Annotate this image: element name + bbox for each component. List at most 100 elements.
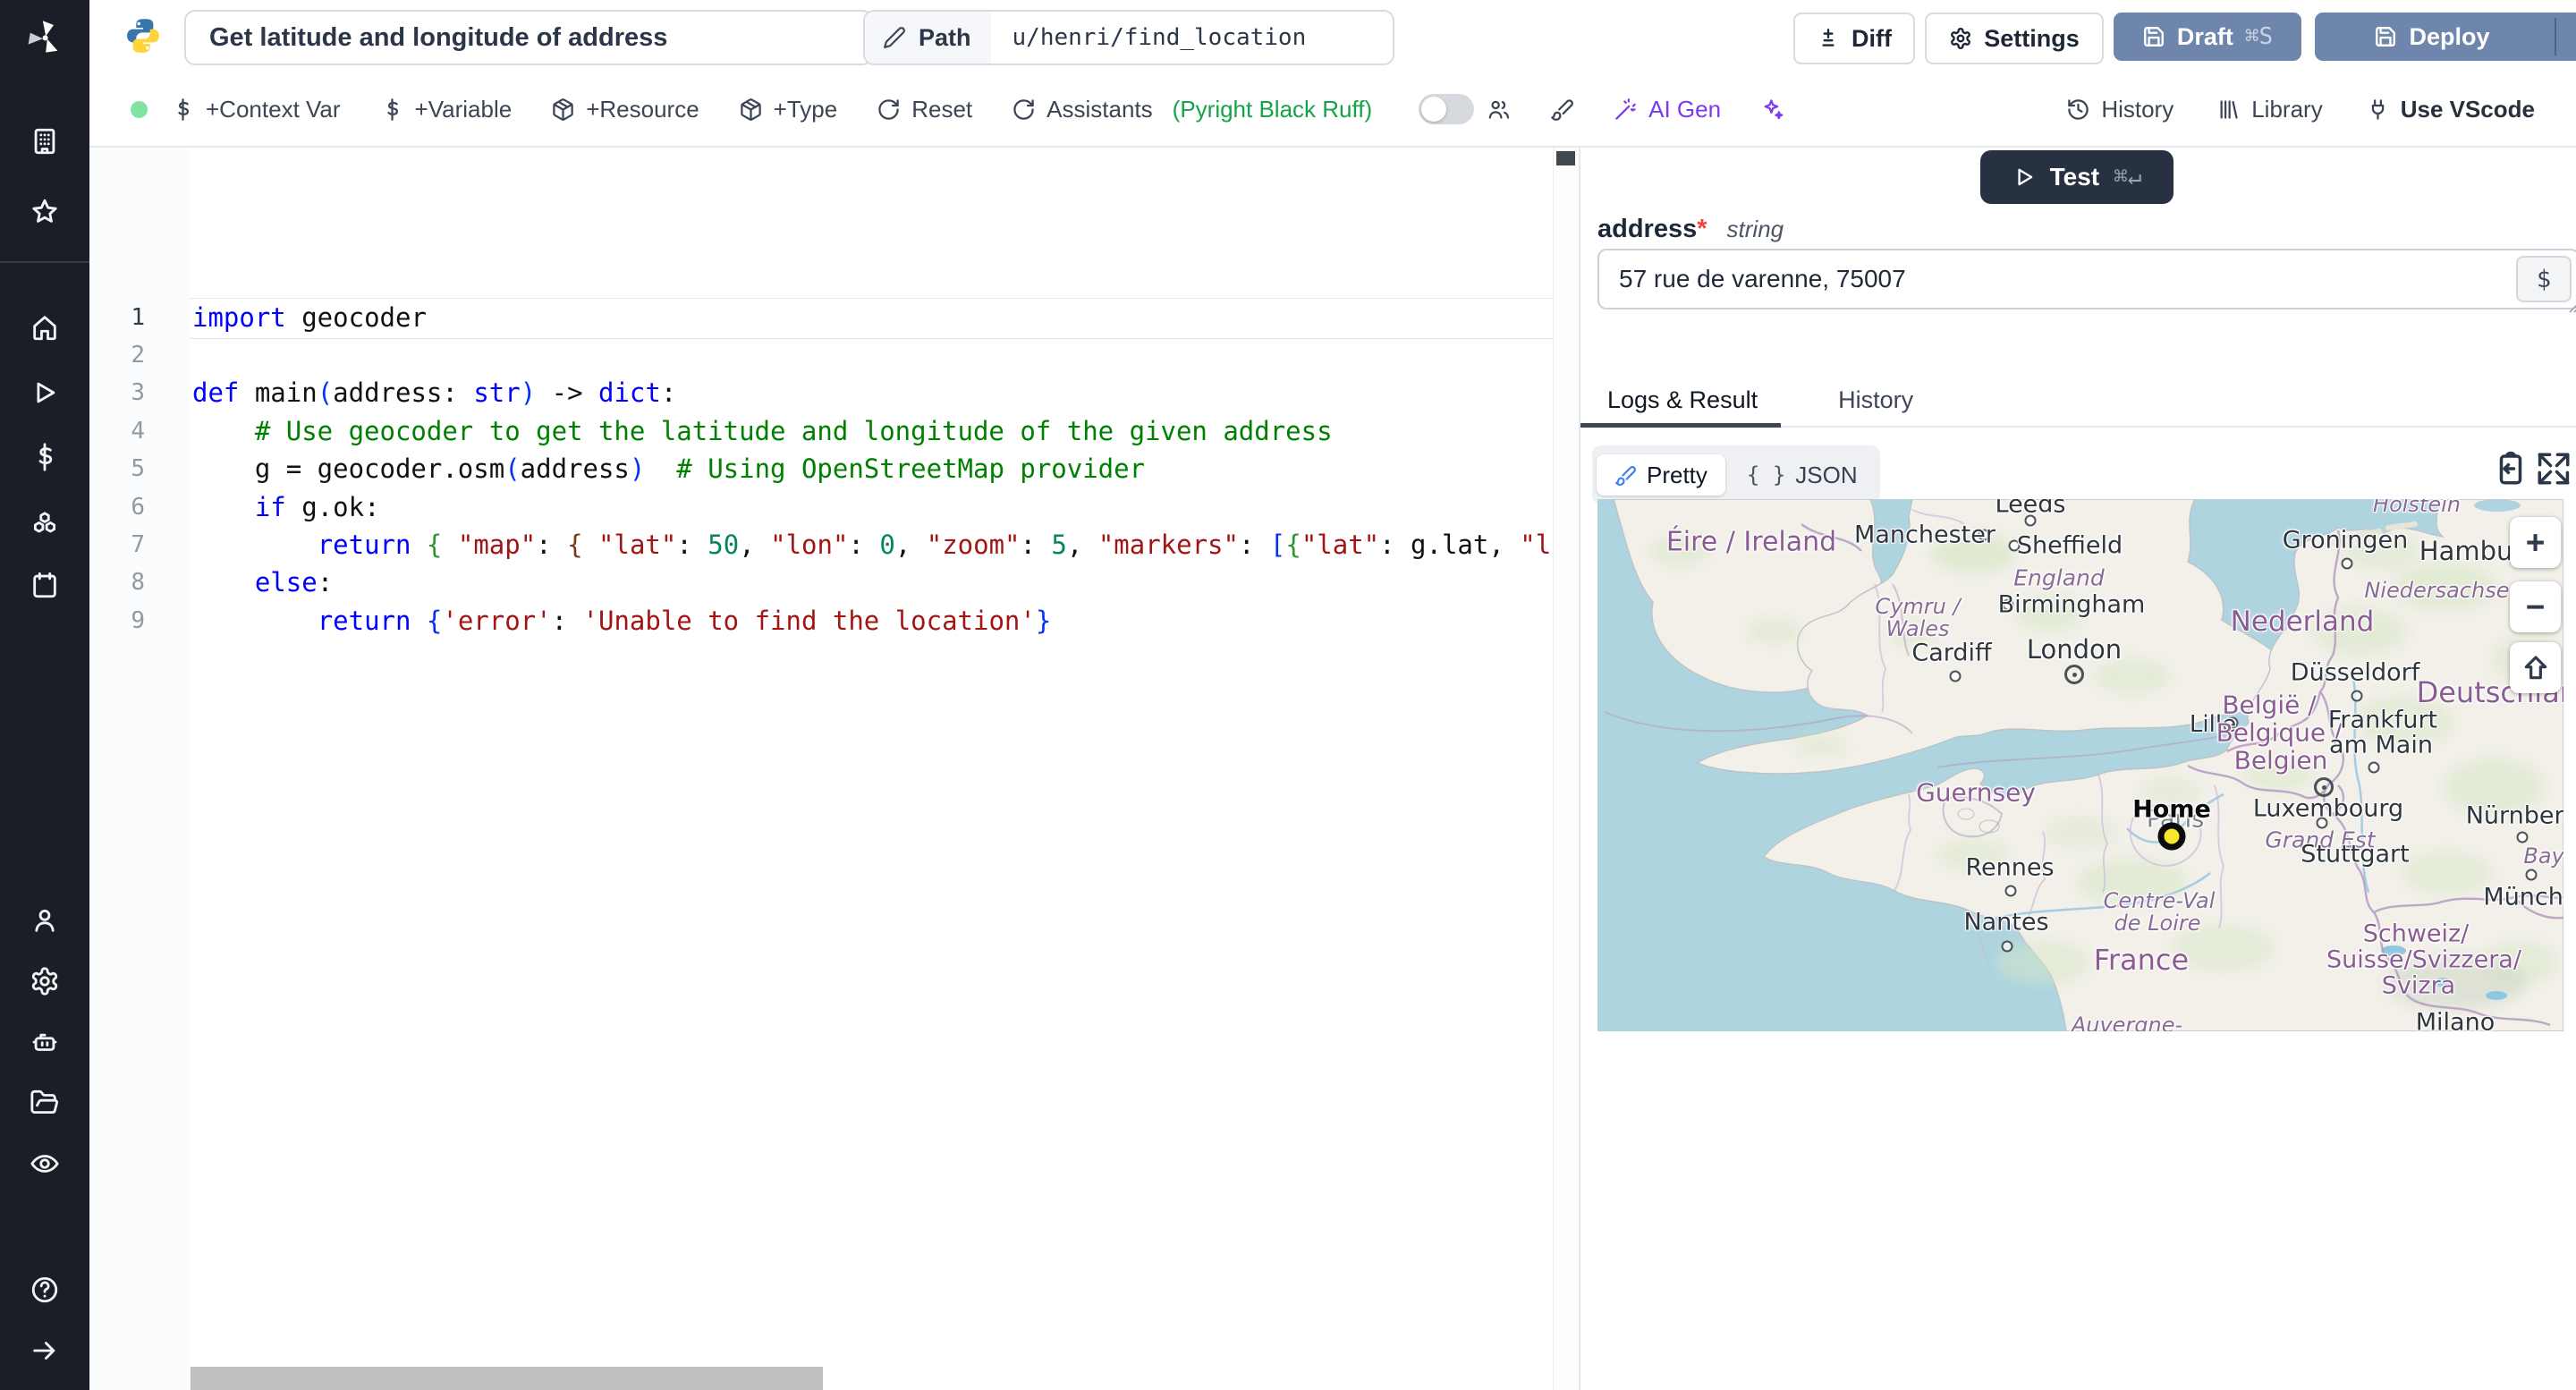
clipboard-copy-icon [2499, 451, 2522, 485]
ai-gen-button[interactable]: AI Gen [1614, 96, 1721, 123]
rotate-icon [1013, 98, 1034, 120]
windmill-logo-icon[interactable] [23, 16, 66, 59]
format-button[interactable] [1550, 97, 1574, 122]
assistants-button[interactable]: Assistants (Pyright Black Ruff) [1012, 96, 1372, 123]
brush-icon [1551, 98, 1574, 121]
collaborators-button[interactable] [1487, 97, 1511, 122]
sidebar-item-help-circle-icon[interactable] [30, 1275, 60, 1305]
address-value: 57 rue de varenne, 75007 [1619, 265, 1906, 292]
map-label: England [2013, 564, 2105, 591]
code-line[interactable]: 3 def main(address: str) -> dict: [89, 374, 1554, 412]
map-label: Centre-Val [2103, 888, 2216, 913]
save-icon [2143, 27, 2164, 47]
reset-button[interactable]: Reset [877, 96, 972, 123]
diff-button[interactable]: Diff [1793, 13, 1915, 64]
code-editor[interactable]: 1 import geocoder 2 3 def main(address: str)… [89, 148, 1579, 1390]
map-label: Sheffield [2016, 531, 2123, 560]
play-icon [37, 382, 55, 403]
required-asterisk: * [1697, 215, 1707, 243]
deploy-button[interactable]: Deploy [2315, 13, 2576, 61]
draft-label: Draft [2176, 22, 2233, 50]
add-variable-button[interactable]: +Variable [380, 96, 512, 123]
panel-divider[interactable] [1579, 146, 1580, 1390]
sidebar-item-play-icon[interactable] [30, 377, 60, 408]
sidebar-item-bot-icon[interactable] [30, 1027, 60, 1057]
tab-logs-result[interactable]: Logs & Result [1580, 375, 1784, 428]
line-number: 8 [131, 569, 145, 597]
history-button[interactable]: History [2066, 96, 2174, 123]
code-line[interactable]: 7 return { "map": { "lat": 50, "lon": 0,… [89, 525, 1579, 564]
line-number: 2 [131, 341, 145, 369]
sidebar-item-user-icon[interactable] [30, 905, 60, 936]
arrow-up-icon [2524, 655, 2546, 679]
sidebar-item-gear-icon[interactable] [30, 966, 60, 996]
package-icon [553, 97, 573, 121]
map-zoom-in-button[interactable]: + [2510, 517, 2561, 568]
map-label: België / [2222, 690, 2317, 720]
deploy-label: Deploy [2409, 22, 2490, 50]
horizontal-scrollbar-thumb[interactable] [191, 1367, 823, 1390]
line-number: 9 [131, 606, 145, 634]
map-label: Manchester [1854, 521, 1996, 549]
save-draft-button[interactable]: Draft ⌘S [2114, 13, 2301, 61]
sidebar-item-star-icon[interactable] [30, 197, 60, 227]
add-context-var-button[interactable]: +Context Var [171, 96, 341, 123]
use-vscode-button[interactable]: Use VScode [2366, 96, 2535, 123]
line-number: 6 [131, 493, 145, 521]
sidebar-item-arrow-right-icon[interactable] [30, 1335, 60, 1366]
add-resource-button[interactable]: +Resource [551, 96, 699, 123]
wand-icon [1615, 97, 1636, 120]
sidebar-item-building-icon[interactable] [30, 126, 60, 157]
sidebar-item-boxes-icon[interactable] [30, 507, 60, 538]
code-text: import geocoder [192, 301, 427, 333]
vertical-scrollbar[interactable] [1553, 148, 1579, 1390]
add-type-button[interactable]: +Type [739, 96, 837, 123]
map-label: Nederland [2230, 606, 2375, 638]
sidebar-item-calendar-icon[interactable] [30, 570, 60, 600]
code-line[interactable]: 5 g = geocoder.osm(address) # Using Open… [89, 450, 1554, 488]
library-icon [2220, 99, 2238, 119]
vertical-scrollbar-thumb[interactable] [1556, 151, 1575, 165]
code-line[interactable]: 1 import geocoder [89, 298, 1554, 336]
insert-variable-button[interactable]: $ [2516, 256, 2572, 302]
code-line[interactable]: 8 else: [89, 564, 1554, 602]
sidebar-item-eye-icon[interactable] [30, 1148, 60, 1179]
code-line[interactable]: 4 # Use geocoder to get the latitude and… [89, 411, 1554, 450]
line-number: 5 [131, 455, 145, 483]
map-city-dot [2004, 885, 2017, 897]
code-text: if g.ok: [254, 491, 380, 522]
view-pretty-button[interactable]: Pretty [1597, 454, 1725, 496]
code-line[interactable]: 9 return {'error': 'Unable to find the l… [89, 601, 1554, 640]
tab-history[interactable]: History [1811, 375, 1940, 426]
view-json-button[interactable]: { } JSON [1729, 454, 1876, 496]
braces-icon: { } [1746, 462, 1786, 487]
sidebar-item-home-icon[interactable] [30, 312, 60, 343]
map-zoom-out-button[interactable]: − [2510, 581, 2561, 632]
address-input[interactable]: 57 rue de varenne, 75007 $ [1597, 249, 2576, 313]
expand-result-button[interactable] [2535, 450, 2572, 487]
resize-handle[interactable] [2565, 299, 2576, 313]
gear-icon [31, 967, 58, 996]
library-button[interactable]: Library [2216, 96, 2323, 123]
map-city-dot [2351, 690, 2363, 702]
code-text: return {'error': 'Unable to find the loc… [317, 605, 1052, 636]
history-icon [2068, 98, 2089, 120]
multiplayer-toggle[interactable] [1419, 94, 1475, 124]
copy-result-button[interactable] [2492, 450, 2529, 487]
result-map[interactable]: Leeds Holstein Éire / Ireland Manchester She… [1597, 499, 2563, 1031]
sidebar-item-dollar-icon[interactable] [30, 442, 60, 472]
code-line[interactable]: 6 if g.ok: [89, 487, 1554, 526]
test-button[interactable]: Test ⌘↵ [1980, 150, 2174, 204]
code-line[interactable]: 2 [89, 335, 1554, 374]
script-title-input[interactable]: Get latitude and longitude of address [184, 10, 873, 65]
map-city-dot [2368, 761, 2380, 774]
settings-button[interactable]: Settings [1925, 13, 2104, 64]
pencil-icon [884, 27, 905, 48]
map-recenter-button[interactable] [2510, 642, 2561, 693]
deploy-split-divider [2555, 18, 2556, 55]
code-text: g = geocoder.osm(address) # Using OpenSt… [192, 453, 1146, 485]
script-path-widget[interactable]: Path u/henri/find_location [863, 10, 1394, 65]
sparkles-icon-button[interactable] [1760, 97, 1784, 122]
sidebar-item-folder-open-icon[interactable] [30, 1088, 60, 1118]
expand-icon [2538, 453, 2570, 485]
